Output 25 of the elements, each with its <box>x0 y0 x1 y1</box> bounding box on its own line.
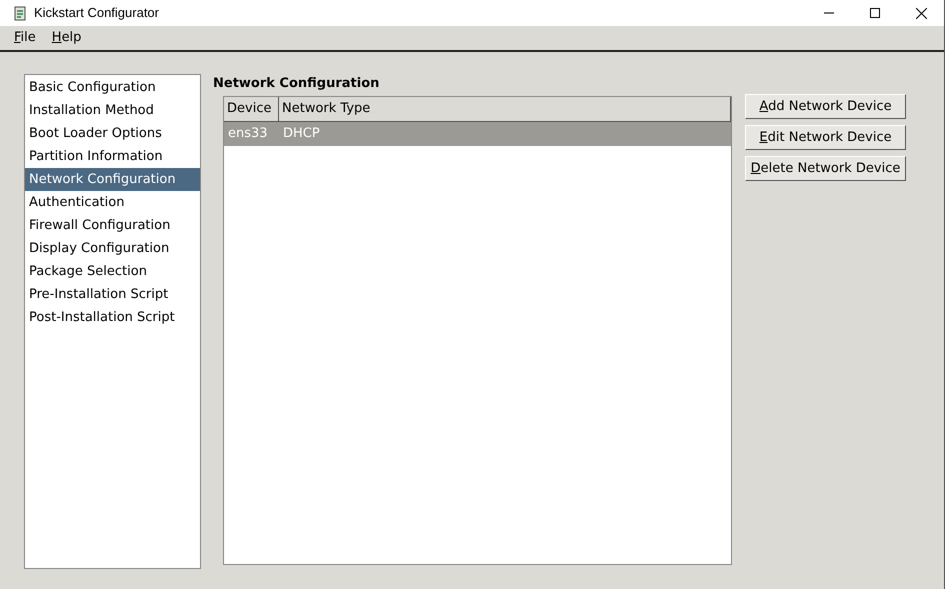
app-icon <box>13 5 27 21</box>
close-icon <box>916 8 926 18</box>
sidebar-item[interactable]: Installation Method <box>25 99 200 122</box>
sidebar-item[interactable]: Boot Loader Options <box>25 122 200 145</box>
sidebar-item[interactable]: Network Configuration <box>25 168 200 191</box>
table-cell-text: DHCP <box>282 125 321 144</box>
action-button[interactable]: Delete Network Device <box>745 156 906 181</box>
sidebar-item[interactable]: Authentication <box>25 191 200 214</box>
table-cell-text: ens33 <box>227 125 269 144</box>
maximize-icon <box>870 8 880 18</box>
section-title: Network Configuration <box>213 75 380 93</box>
sidebar-item[interactable]: Firewall Configuration <box>25 214 200 237</box>
action-button[interactable]: Edit Network Device <box>745 125 906 150</box>
window-title: Kickstart Configurator <box>34 4 159 22</box>
sidebar-item[interactable]: Basic Configuration <box>25 76 200 99</box>
action-button[interactable]: Add Network Device <box>745 94 906 119</box>
sidebar-item[interactable]: Package Selection <box>25 260 200 283</box>
column-header[interactable]: Network Type <box>279 97 731 121</box>
sidebar-item[interactable]: Display Configuration <box>25 237 200 260</box>
column-header[interactable]: Device <box>224 97 279 121</box>
menu-item[interactable]: Help <box>46 28 88 48</box>
menu-item[interactable]: File <box>8 28 42 48</box>
sidebar-item[interactable]: Pre-Installation Script <box>25 283 200 306</box>
sidebar-item[interactable]: Partition Information <box>25 145 200 168</box>
sidebar-item[interactable]: Post-Installation Script <box>25 306 200 329</box>
